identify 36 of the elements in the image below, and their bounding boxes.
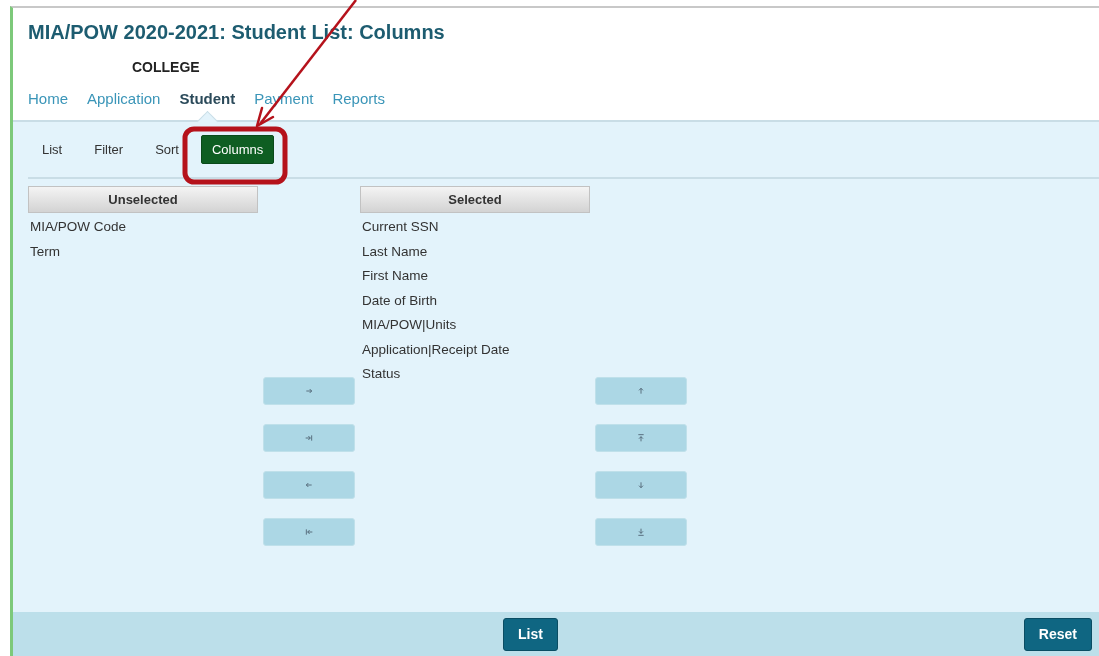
move-button[interactable] — [263, 377, 355, 405]
right-arrow-icon — [305, 387, 313, 395]
reset-button[interactable]: Reset — [1023, 617, 1092, 651]
selected-item[interactable]: Application|Receipt Date — [362, 340, 590, 358]
move-button[interactable] — [263, 424, 355, 452]
sub-tab[interactable]: Sort — [145, 136, 189, 163]
move-button[interactable] — [595, 424, 687, 452]
left-arrow-icon — [305, 481, 313, 489]
move-button[interactable] — [595, 471, 687, 499]
nav-tab[interactable]: Student — [179, 90, 236, 107]
column-header[interactable]: Unselected — [28, 186, 258, 213]
sub-tab[interactable]: List — [32, 136, 73, 163]
sub-tab[interactable]: Filter — [84, 136, 134, 163]
unselected-item[interactable]: Term — [30, 242, 258, 260]
institution-name: COLLEGE — [132, 59, 200, 75]
selected-item[interactable]: Current SSN — [362, 218, 590, 236]
column-header[interactable]: Selected — [360, 186, 590, 213]
unselected-item[interactable]: MIA/POW Code — [30, 218, 258, 236]
nav-tab[interactable]: Application — [87, 90, 161, 107]
move-button[interactable] — [263, 518, 355, 546]
right-arrow-to-bar-icon — [305, 434, 313, 442]
selected-item[interactable]: Date of Birth — [362, 291, 590, 309]
move-button[interactable] — [595, 377, 687, 405]
selected-item[interactable]: First Name — [362, 267, 590, 285]
up-arrow-to-bar-icon — [637, 434, 645, 442]
selected-item[interactable]: Status — [362, 365, 590, 383]
selected-item[interactable]: Last Name — [362, 242, 590, 260]
move-button[interactable] — [595, 518, 687, 546]
list-button[interactable]: List — [503, 617, 558, 651]
selected-item[interactable]: MIA/POW|Units — [362, 316, 590, 334]
down-arrow-icon — [637, 481, 645, 489]
up-arrow-icon — [637, 387, 645, 395]
left-arrow-to-bar-icon — [305, 528, 313, 536]
sub-tab[interactable]: Columns — [200, 135, 275, 164]
down-arrow-to-bar-icon — [637, 528, 645, 536]
move-button[interactable] — [263, 471, 355, 499]
